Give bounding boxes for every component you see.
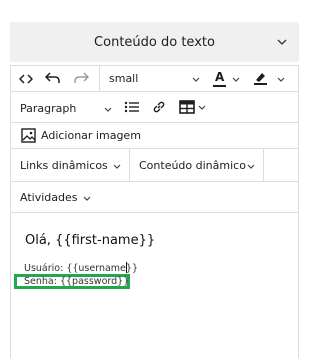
- toolbar-row-5: Atividades: [11, 182, 298, 213]
- redo-icon[interactable]: [73, 71, 89, 85]
- chevron-down-icon[interactable]: [191, 75, 201, 85]
- dynamic-links-dropdown[interactable]: Links dinâmicos: [20, 159, 108, 172]
- chevron-down-icon[interactable]: [103, 105, 113, 115]
- dynamic-content-dropdown[interactable]: Conteúdo dinâmico: [139, 159, 246, 172]
- toolbar-row-2: Paragraph: [11, 92, 298, 122]
- text-cursor: [126, 262, 127, 273]
- chevron-down-icon[interactable]: [82, 194, 92, 204]
- rich-text-editor: small A Paragraph Adicionar imagem Links…: [10, 65, 299, 358]
- add-image-label: Adicionar imagem: [41, 129, 141, 142]
- toolbar-row-1: small A: [11, 66, 298, 92]
- text-color-icon[interactable]: A: [215, 70, 224, 84]
- link-icon[interactable]: [151, 99, 167, 115]
- toolbar-row-4: Links dinâmicos Conteúdo dinâmico: [11, 149, 298, 182]
- add-image-button[interactable]: Adicionar imagem: [11, 122, 298, 149]
- panel-header-text-content[interactable]: Conteúdo do texto: [10, 22, 299, 62]
- chevron-down-icon[interactable]: [231, 75, 241, 85]
- bullet-list-icon[interactable]: [124, 100, 140, 114]
- font-size-select[interactable]: small: [109, 72, 138, 85]
- chevron-down-icon[interactable]: [197, 103, 207, 113]
- highlight-color-icon[interactable]: [253, 70, 268, 86]
- panel-title: Conteúdo do texto: [94, 34, 215, 50]
- chevron-down-icon[interactable]: [112, 162, 122, 172]
- table-icon[interactable]: [179, 100, 195, 114]
- chevron-down-icon[interactable]: [246, 162, 256, 172]
- chevron-down-icon: [277, 39, 287, 45]
- image-icon: [21, 128, 36, 143]
- undo-icon[interactable]: [45, 71, 61, 85]
- password-line[interactable]: Senha: {{password}}: [24, 276, 129, 287]
- block-type-select[interactable]: Paragraph: [20, 102, 76, 115]
- greeting-line[interactable]: Olá, {{first-name}}: [25, 233, 155, 248]
- activities-dropdown[interactable]: Atividades: [20, 191, 77, 204]
- chevron-down-icon[interactable]: [276, 75, 286, 85]
- username-line[interactable]: Usuário: {{username}}: [24, 263, 138, 274]
- code-icon[interactable]: [19, 73, 33, 85]
